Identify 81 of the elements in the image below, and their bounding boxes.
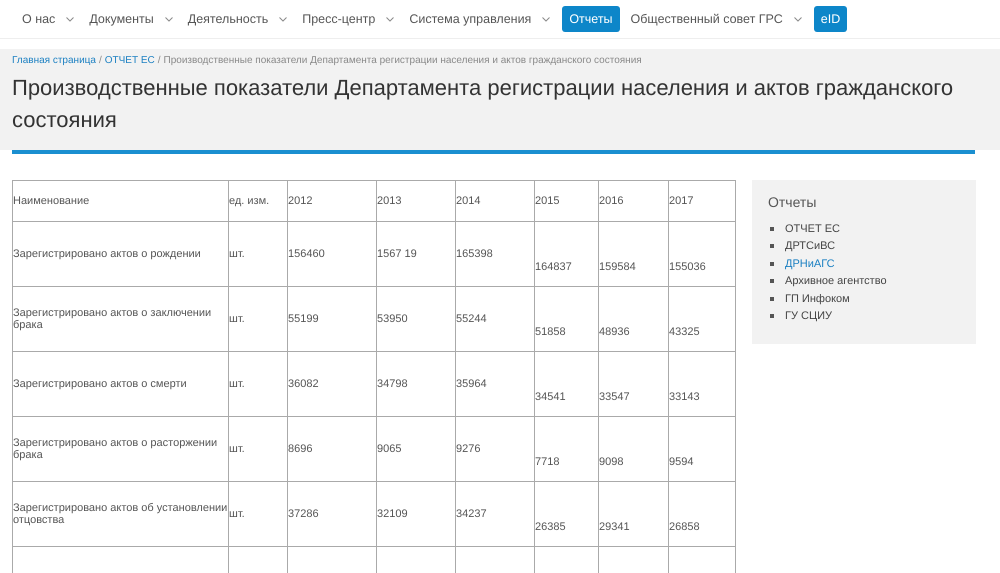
table-cell: 1567 19 bbox=[376, 222, 456, 286]
table-cell: 53950 bbox=[376, 286, 456, 352]
breadcrumb-separator: / bbox=[98, 55, 102, 66]
table-cell: Зарегистрировано актов о смерти bbox=[12, 352, 228, 416]
table-cell: шт. bbox=[228, 352, 288, 416]
table-cell: 32109 bbox=[376, 482, 456, 546]
chevron-down-icon[interactable] bbox=[542, 16, 550, 22]
sidebar-link[interactable]: ГУ СЦИУ bbox=[785, 310, 832, 322]
table-cell: шт. bbox=[228, 222, 288, 286]
bullet-icon bbox=[770, 314, 774, 318]
table-cell: 48936 bbox=[598, 286, 668, 352]
table-cell: 159584 bbox=[598, 222, 668, 286]
table-cell: 26858 bbox=[668, 482, 736, 546]
nav-link[interactable]: Система управления bbox=[402, 6, 538, 32]
sidebar-title: Отчеты bbox=[768, 194, 818, 210]
table-cell: шт. bbox=[228, 286, 288, 352]
table-cell: шт. bbox=[228, 416, 288, 482]
table-cell: 51858 bbox=[534, 286, 598, 352]
sidebar-link[interactable]: ДРНиАГС bbox=[785, 258, 835, 270]
nav-link[interactable]: Пресс-центр bbox=[295, 6, 382, 32]
bullet-icon bbox=[770, 296, 774, 301]
chevron-down-icon[interactable] bbox=[164, 16, 173, 22]
nav-link[interactable]: eID bbox=[814, 6, 848, 32]
nav-link[interactable]: Общественный совет ГРС bbox=[624, 6, 790, 32]
sidebar-link[interactable]: ДРТСиВС bbox=[785, 240, 836, 252]
table-cell: 34237 bbox=[456, 482, 534, 546]
table-cell: 9098 bbox=[598, 416, 668, 482]
sidebar-link[interactable]: ГП Инфоком bbox=[785, 292, 850, 305]
table-cell: 164837 bbox=[534, 222, 598, 286]
table-header-cell: 2015 bbox=[534, 180, 598, 222]
bullet-icon bbox=[770, 226, 774, 231]
table-cell: 26385 bbox=[534, 482, 598, 546]
sidebar-link[interactable]: ОТЧЕТ ЕС bbox=[785, 222, 840, 235]
breadcrumb-link[interactable]: ОТЧЕТ ЕС bbox=[104, 55, 155, 66]
page-title: Производственные показатели Департамента регистрации населения и актов гражданского состояния bbox=[12, 74, 954, 134]
chevron-down-icon[interactable] bbox=[279, 16, 288, 22]
sidebar-link[interactable]: Архивное агентство bbox=[785, 275, 887, 288]
breadcrumb-link[interactable]: Главная страница bbox=[12, 55, 96, 66]
table-cell: 55244 bbox=[456, 286, 534, 352]
chevron-down-icon[interactable] bbox=[386, 16, 394, 22]
table-cell: 9065 bbox=[376, 416, 456, 482]
table-cell: шт. bbox=[228, 482, 288, 546]
nav-link[interactable]: О нас bbox=[22, 6, 62, 32]
table-header-cell: Наименование bbox=[12, 180, 228, 222]
bullet-icon bbox=[770, 279, 774, 284]
table-cell: 36082 bbox=[288, 352, 376, 416]
bullet-icon bbox=[770, 262, 774, 266]
table-header-cell: 2017 bbox=[668, 180, 736, 222]
table-cell: 55199 bbox=[288, 286, 376, 352]
table-header-cell: 2014 bbox=[456, 180, 534, 222]
table-cell: 155036 bbox=[668, 222, 736, 286]
table-header-cell: ед. изм. bbox=[228, 180, 288, 222]
chevron-down-icon[interactable] bbox=[66, 16, 74, 22]
table-cell: 34798 bbox=[376, 352, 456, 416]
table-cell: 9594 bbox=[668, 416, 736, 482]
breadcrumb-separator: / bbox=[158, 55, 161, 66]
nav-link[interactable]: Деятельность bbox=[180, 6, 276, 32]
nav-link[interactable]: Отчеты bbox=[562, 6, 620, 32]
table-cell: 156460 bbox=[288, 222, 376, 286]
table-header-cell: 2012 bbox=[288, 180, 376, 222]
table-cell: Зарегистрировано актов об установлении отцовства bbox=[12, 482, 228, 546]
table-cell: 35964 bbox=[456, 352, 534, 416]
table-cell: 37286 bbox=[288, 482, 376, 546]
table-cell: 33547 bbox=[598, 352, 668, 416]
table-header-cell: 2013 bbox=[376, 180, 456, 222]
table-cell: Зарегистрировано актов о заключении брака bbox=[12, 286, 228, 352]
breadcrumb-current: Производственные показатели Департамента регистрации населения и актов гражданского состояния bbox=[164, 55, 642, 66]
table-cell: 9276 bbox=[456, 416, 534, 482]
table-cell: 7718 bbox=[534, 416, 598, 482]
table-cell: Зарегистрировано актов о рождении bbox=[12, 222, 228, 286]
table-cell: Зарегистрировано актов о расторжении брака bbox=[12, 416, 228, 482]
chevron-down-icon[interactable] bbox=[794, 16, 802, 22]
table-cell: 29341 bbox=[598, 482, 668, 546]
table-cell: 165398 bbox=[456, 222, 534, 286]
table-cell: 43325 bbox=[668, 286, 736, 352]
bullet-icon bbox=[770, 244, 774, 248]
table-cell: 8696 bbox=[288, 416, 376, 482]
nav-link[interactable]: Документы bbox=[82, 6, 161, 32]
table-header-cell: 2016 bbox=[598, 180, 668, 222]
table-cell: 34541 bbox=[534, 352, 598, 416]
table-cell: 33143 bbox=[668, 352, 736, 416]
